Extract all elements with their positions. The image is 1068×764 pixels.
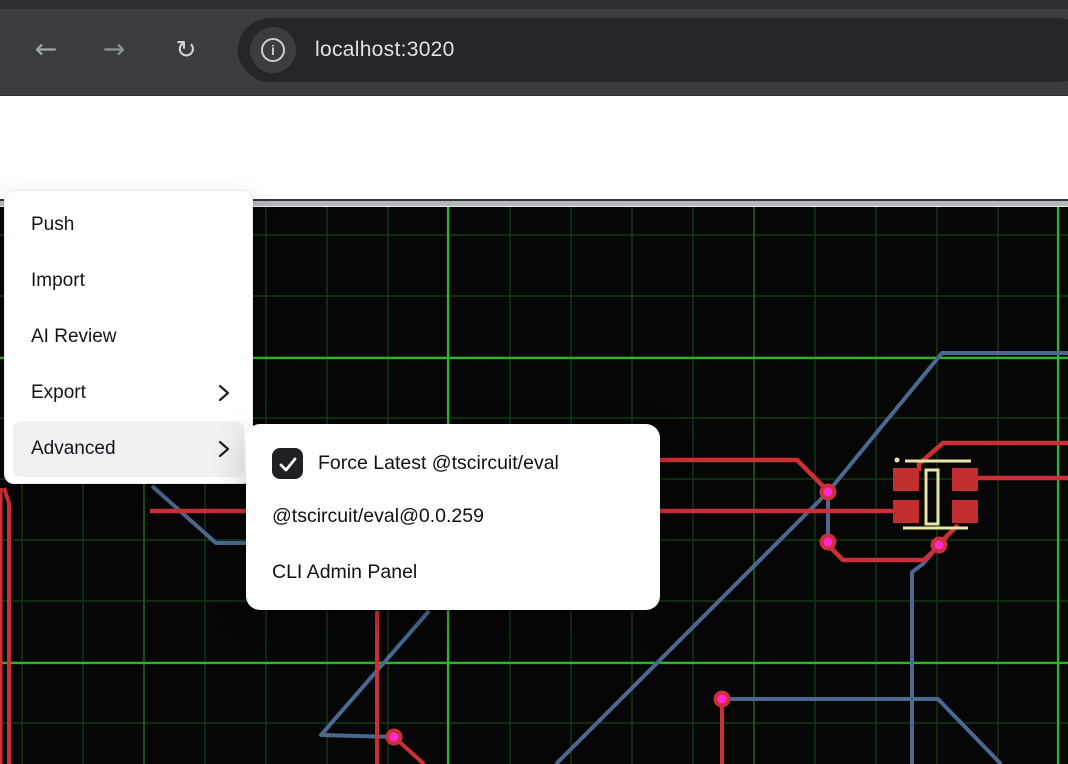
forward-icon[interactable]: →: [94, 0, 134, 96]
reload-icon[interactable]: ↻: [166, 0, 206, 96]
advanced-submenu: Force Latest @tscircuit/eval @tscircuit/…: [246, 424, 660, 610]
submenu-item-cli-admin-panel[interactable]: CLI Admin Panel: [272, 561, 417, 584]
tab-strip: [0, 0, 1068, 9]
menu-item-label: Advanced: [31, 438, 218, 460]
checkbox-checked[interactable]: [272, 448, 303, 479]
menu-item-ai-review[interactable]: AI Review: [5, 309, 252, 365]
submenu-item-label: Force Latest @tscircuit/eval: [318, 452, 559, 475]
menu-item-label: AI Review: [31, 326, 230, 348]
submenu-item-label: @tscircuit/eval@0.0.259: [272, 505, 484, 528]
chevron-right-icon: [218, 384, 230, 402]
submenu-item-eval-version[interactable]: @tscircuit/eval@0.0.259: [272, 505, 484, 528]
menu-item-label: Import: [31, 270, 230, 292]
submenu-item-label: CLI Admin Panel: [272, 561, 417, 584]
url-bar[interactable]: i localhost:3020: [238, 18, 1068, 82]
menu-item-label: Export: [31, 382, 218, 404]
url-text[interactable]: localhost:3020: [315, 18, 455, 82]
screen: ← → ↻ i localhost:3020 File Push Import …: [0, 0, 1068, 764]
file-menu: Push Import AI Review Export Advanced: [4, 190, 253, 484]
menu-item-import[interactable]: Import: [5, 253, 252, 309]
browser-toolbar: ← → ↻ i localhost:3020: [0, 0, 1068, 96]
menu-item-label: Push: [31, 214, 230, 236]
menu-item-push[interactable]: Push: [5, 197, 252, 253]
check-icon: [276, 452, 300, 476]
menu-item-advanced[interactable]: Advanced: [13, 421, 244, 477]
chevron-right-icon: [218, 440, 230, 458]
site-info-button[interactable]: i: [250, 27, 296, 73]
submenu-item-force-latest[interactable]: Force Latest @tscircuit/eval: [272, 448, 559, 479]
back-icon[interactable]: ←: [26, 0, 66, 96]
menu-item-export[interactable]: Export: [5, 365, 252, 421]
info-icon: i: [261, 38, 285, 62]
